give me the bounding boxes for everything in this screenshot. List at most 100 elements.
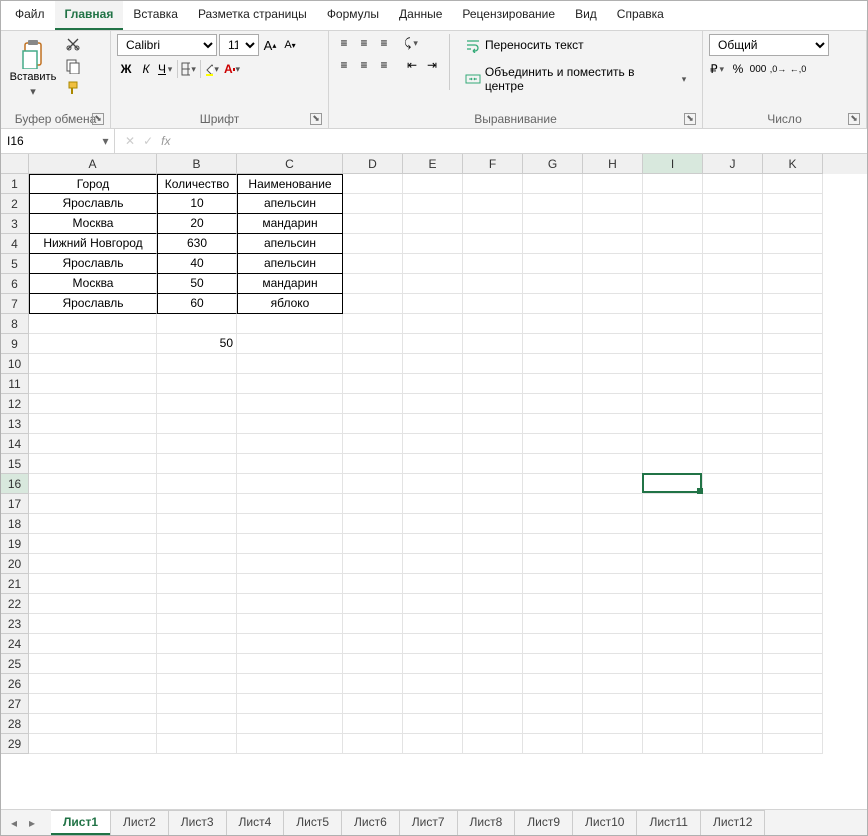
cell[interactable] (763, 374, 823, 394)
cell[interactable] (763, 354, 823, 374)
borders-button[interactable]: ▾ (180, 60, 198, 78)
comma-format-button[interactable]: 000 (749, 60, 767, 78)
cell[interactable] (463, 474, 523, 494)
cell[interactable] (29, 494, 157, 514)
cell[interactable] (643, 214, 703, 234)
cell[interactable] (403, 614, 463, 634)
cell[interactable] (523, 594, 583, 614)
dialog-launcher-icon[interactable]: ⬊ (310, 113, 322, 125)
grow-font-button[interactable]: A▴ (261, 36, 279, 54)
cell[interactable] (643, 474, 703, 494)
menu-tab-данные[interactable]: Данные (389, 1, 452, 30)
cell[interactable] (763, 494, 823, 514)
cell[interactable] (703, 554, 763, 574)
increase-decimal-button[interactable]: ,0→ (769, 60, 787, 78)
cell[interactable] (237, 374, 343, 394)
cell[interactable] (643, 494, 703, 514)
cell[interactable] (703, 614, 763, 634)
cell[interactable] (157, 434, 237, 454)
cell[interactable]: Москва (29, 274, 157, 294)
cell[interactable] (463, 514, 523, 534)
cell[interactable]: апельсин (237, 254, 343, 274)
cell[interactable] (157, 734, 237, 754)
number-format-select[interactable]: Общий (709, 34, 829, 56)
cell[interactable] (703, 734, 763, 754)
menu-tab-главная[interactable]: Главная (55, 1, 124, 30)
cell[interactable] (763, 334, 823, 354)
align-top-button[interactable]: ≡ (335, 34, 353, 52)
cell[interactable] (463, 354, 523, 374)
cell[interactable] (703, 654, 763, 674)
cell[interactable] (763, 454, 823, 474)
cell[interactable] (237, 394, 343, 414)
row-header[interactable]: 29 (1, 734, 29, 754)
cell[interactable] (403, 434, 463, 454)
row-header[interactable]: 22 (1, 594, 29, 614)
cell[interactable] (403, 254, 463, 274)
cell[interactable] (643, 634, 703, 654)
cell[interactable] (523, 654, 583, 674)
cell[interactable] (703, 534, 763, 554)
cell[interactable] (703, 194, 763, 214)
cell[interactable] (523, 254, 583, 274)
enter-formula-icon[interactable]: ✓ (143, 134, 153, 148)
cell[interactable] (763, 734, 823, 754)
row-header[interactable]: 27 (1, 694, 29, 714)
cell[interactable] (237, 474, 343, 494)
fill-color-button[interactable]: ▾ (203, 60, 221, 78)
cell[interactable] (157, 534, 237, 554)
cell[interactable] (343, 574, 403, 594)
cell[interactable] (583, 294, 643, 314)
decrease-indent-button[interactable]: ⇤ (403, 56, 421, 74)
cell[interactable] (703, 214, 763, 234)
cell[interactable] (343, 594, 403, 614)
menu-tab-рецензирование[interactable]: Рецензирование (452, 1, 565, 30)
cell[interactable] (157, 354, 237, 374)
accounting-format-button[interactable]: ₽▾ (709, 60, 727, 78)
cell[interactable] (763, 254, 823, 274)
cell[interactable] (343, 234, 403, 254)
cell[interactable] (523, 554, 583, 574)
cell[interactable] (463, 534, 523, 554)
cell[interactable] (703, 434, 763, 454)
cell[interactable] (463, 494, 523, 514)
column-header[interactable]: K (763, 154, 823, 174)
cell[interactable] (403, 694, 463, 714)
cell[interactable] (523, 234, 583, 254)
cell[interactable] (583, 734, 643, 754)
dialog-launcher-icon[interactable]: ⬊ (848, 113, 860, 125)
cell[interactable] (523, 214, 583, 234)
cell[interactable] (403, 214, 463, 234)
cell[interactable] (463, 254, 523, 274)
row-header[interactable]: 6 (1, 274, 29, 294)
cell[interactable] (583, 534, 643, 554)
cell[interactable] (703, 594, 763, 614)
cell[interactable] (237, 494, 343, 514)
cell[interactable] (643, 374, 703, 394)
cell[interactable] (763, 294, 823, 314)
cell[interactable] (763, 274, 823, 294)
sheet-tab[interactable]: Лист6 (341, 810, 400, 835)
cell[interactable] (403, 354, 463, 374)
cell[interactable] (583, 474, 643, 494)
column-header[interactable]: C (237, 154, 343, 174)
cell[interactable] (237, 414, 343, 434)
cell[interactable] (463, 414, 523, 434)
sheet-tab[interactable]: Лист12 (700, 810, 765, 835)
cell[interactable] (157, 714, 237, 734)
cut-button[interactable] (63, 34, 83, 54)
cell[interactable] (703, 274, 763, 294)
cell[interactable] (583, 194, 643, 214)
cell[interactable] (463, 194, 523, 214)
cell[interactable] (29, 534, 157, 554)
cell[interactable] (523, 734, 583, 754)
cell[interactable] (237, 634, 343, 654)
cell[interactable]: 10 (157, 194, 237, 214)
cell[interactable] (29, 734, 157, 754)
cell[interactable] (29, 514, 157, 534)
cell[interactable] (29, 654, 157, 674)
column-header[interactable]: G (523, 154, 583, 174)
cell[interactable] (29, 434, 157, 454)
cell[interactable] (763, 174, 823, 194)
cell[interactable] (703, 414, 763, 434)
